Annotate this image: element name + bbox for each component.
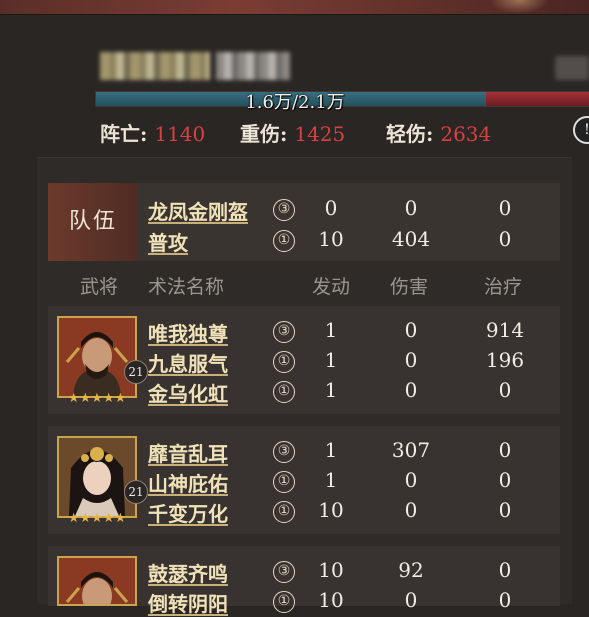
star-rating: ★★★★★ <box>67 391 127 406</box>
general-2-skill-grade: ① <box>273 501 295 523</box>
blurred-opponent-name <box>555 56 589 80</box>
general-3-damage-value: 0 <box>404 588 418 612</box>
general-level-badge: 21 <box>124 480 148 504</box>
team-heal-value: 0 <box>498 196 512 220</box>
general-1-skill-grade: ① <box>273 351 295 373</box>
team-trigger-count: 0 <box>324 196 338 220</box>
general-2-trigger-count: 1 <box>324 438 338 462</box>
general-1-damage-value: 0 <box>404 348 418 372</box>
team-damage-value: 0 <box>404 196 418 220</box>
general-1-trigger-count: 1 <box>324 318 338 342</box>
dead-stat: 阵亡: 1140 <box>100 118 205 147</box>
dead-label: 阵亡: <box>100 122 148 146</box>
general-1-damage-value: 0 <box>404 378 418 402</box>
ornament-decoration <box>489 0 549 14</box>
general-1-heal-value: 914 <box>485 318 525 342</box>
male-general-portrait-icon[interactable] <box>57 316 137 398</box>
general-2-skill-grade: ③ <box>273 441 295 463</box>
troop-bar-lost <box>486 92 589 106</box>
general-1-skill-grade: ③ <box>273 321 295 343</box>
blurred-player-name <box>100 52 210 80</box>
general-2-damage-value: 0 <box>404 468 418 492</box>
general-3-trigger-count: 10 <box>318 588 344 612</box>
header-damage: 伤害 <box>390 276 429 298</box>
header-trigger: 发动 <box>312 276 351 298</box>
team-trigger-count: 10 <box>318 227 344 251</box>
general-2-damage-value: 307 <box>391 438 431 462</box>
team-damage-value: 404 <box>391 227 431 251</box>
general-2-heal-value: 0 <box>498 498 512 522</box>
general-2-skill-name[interactable]: 千变万化 <box>148 498 228 527</box>
general-3-heal-value: 0 <box>498 588 512 612</box>
team-label: 队伍 <box>48 183 138 261</box>
team-skill-name[interactable]: 普攻 <box>148 227 188 256</box>
general-2-trigger-count: 10 <box>318 498 344 522</box>
troop-count: 1.6万/2.1万 <box>245 92 345 113</box>
header-heal: 治疗 <box>484 276 523 298</box>
general-1-heal-value: 0 <box>498 378 512 402</box>
general-1-skill-name[interactable]: 唯我独尊 <box>148 318 228 347</box>
heavy-injury-stat: 重伤: 1425 <box>240 118 345 147</box>
general-3-skill-grade: ① <box>273 591 295 613</box>
dead-value: 1140 <box>154 122 206 146</box>
heavy-injury-value: 1425 <box>294 122 346 146</box>
general-1-skill-grade: ① <box>273 381 295 403</box>
general-1-skill-name[interactable]: 九息服气 <box>148 348 228 377</box>
light-injury-stat: 轻伤: 2634 <box>386 118 491 147</box>
light-injury-value: 2634 <box>440 122 492 146</box>
header-skill: 术法名称 <box>148 276 225 298</box>
general-2-heal-value: 0 <box>498 438 512 462</box>
general-3-trigger-count: 10 <box>318 558 344 582</box>
general-2-trigger-count: 1 <box>324 468 338 492</box>
female-general-portrait-icon[interactable] <box>57 436 137 518</box>
general-1-trigger-count: 1 <box>324 378 338 402</box>
general-level-badge: 21 <box>124 360 148 384</box>
general-1-trigger-count: 1 <box>324 348 338 372</box>
info-icon[interactable]: ! <box>573 116 589 144</box>
team-heal-value: 0 <box>498 227 512 251</box>
top-banner <box>0 0 589 15</box>
general-2-skill-name[interactable]: 靡音乱耳 <box>148 438 228 467</box>
general-3-damage-value: 92 <box>398 558 424 582</box>
general-3-heal-value: 0 <box>498 558 512 582</box>
team-skill-grade: ① <box>273 230 295 252</box>
general-1-heal-value: 196 <box>485 348 525 372</box>
header-general: 武将 <box>80 276 119 298</box>
team-skill-grade: ③ <box>273 199 295 221</box>
general-2-skill-grade: ① <box>273 471 295 493</box>
light-injury-label: 轻伤: <box>386 122 434 146</box>
star-rating: ★★★★★ <box>67 511 127 526</box>
heavy-injury-label: 重伤: <box>240 122 288 146</box>
general-1-damage-value: 0 <box>404 318 418 342</box>
male-general-portrait-icon[interactable] <box>57 556 137 606</box>
general-1-skill-name[interactable]: 金乌化虹 <box>148 378 228 407</box>
team-skill-name[interactable]: 龙凤金刚盔 <box>148 196 248 225</box>
general-3-skill-grade: ③ <box>273 561 295 583</box>
general-3-skill-name[interactable]: 鼓瑟齐鸣 <box>148 558 228 587</box>
general-2-skill-name[interactable]: 山神庇佑 <box>148 468 228 497</box>
general-2-heal-value: 0 <box>498 468 512 492</box>
blurred-player-name-suffix <box>216 52 290 80</box>
general-2-damage-value: 0 <box>404 498 418 522</box>
